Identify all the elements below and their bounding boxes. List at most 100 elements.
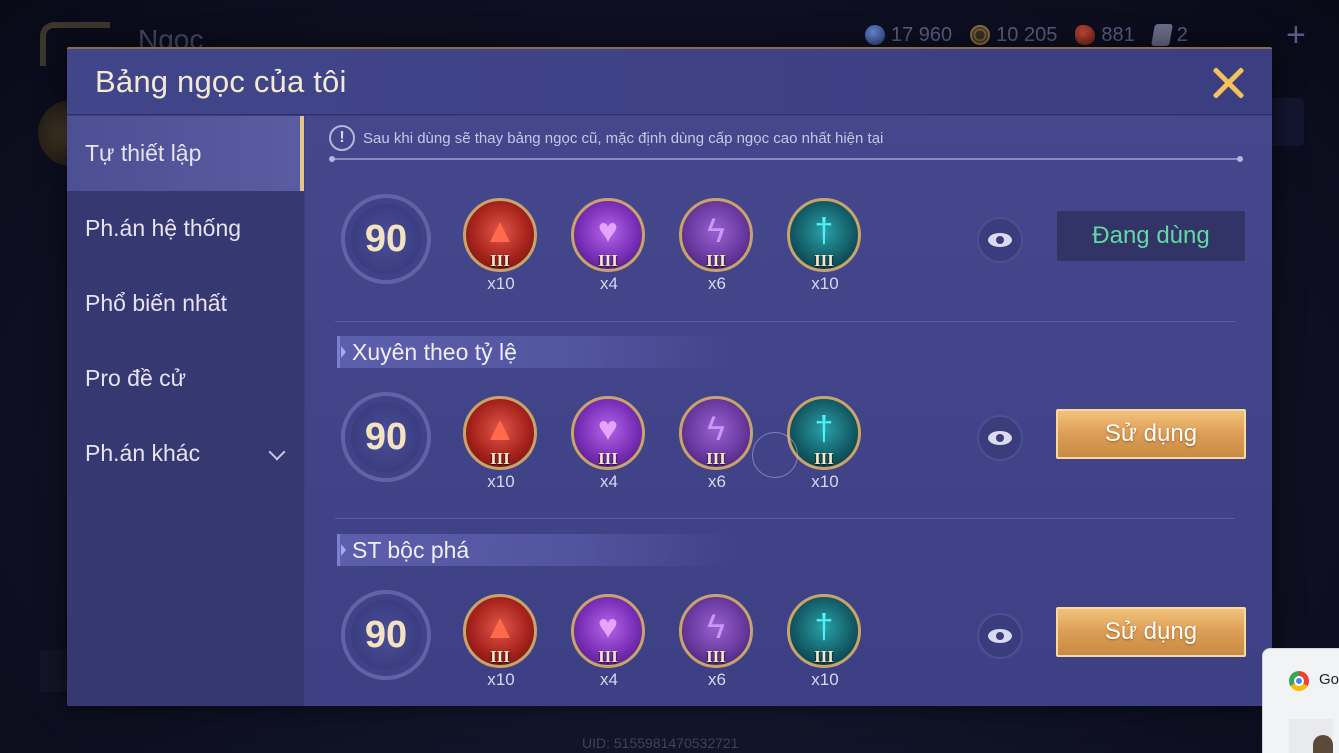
gem-set-title: Xuyên theo tỷ lệ	[337, 336, 737, 368]
divider	[329, 156, 1243, 162]
use-button[interactable]: Sử dụng	[1056, 607, 1246, 657]
preview-button[interactable]	[977, 415, 1023, 461]
gem-tier: III	[814, 251, 834, 270]
gem-slot[interactable]: ♥ III x4	[571, 594, 647, 689]
close-button[interactable]	[1207, 63, 1249, 103]
gem-set-row: 90 ▲ III x10 ♥ III x4 ϟ III x6 † III x10…	[305, 186, 1272, 306]
background-block	[40, 650, 68, 692]
gem-board-modal: Bảng ngọc của tôi Tự thiết lập Ph.án hệ …	[67, 47, 1272, 706]
in-use-status: Đang dùng	[1057, 211, 1245, 261]
gem-slot[interactable]: ϟ III x6	[679, 198, 755, 293]
gem-slot[interactable]: † III x10	[787, 198, 863, 293]
sword-gem-icon: † III	[787, 198, 861, 272]
currency-bar: 17 960 10 205 881 2	[865, 22, 1188, 48]
gem-count: x4	[600, 472, 618, 491]
gem-count: x6	[708, 670, 726, 689]
sidebar-item-popular[interactable]: Phổ biến nhất	[67, 266, 304, 341]
divider	[335, 321, 1235, 322]
modal-title: Bảng ngọc của tôi	[95, 64, 347, 99]
background-side-panel	[1270, 98, 1304, 146]
gem-slot[interactable]: ▲ III x10	[463, 396, 539, 491]
plus-icon[interactable]: +	[1286, 18, 1306, 52]
gem-count: x4	[600, 670, 618, 689]
gem-tier: III	[490, 449, 510, 468]
purple-heart-gem-icon: ♥ III	[571, 594, 645, 668]
gem-set-list: ! Sau khi dùng sẽ thay bảng ngọc cũ, mặc…	[305, 116, 1272, 706]
divider	[335, 518, 1235, 519]
sidebar: Tự thiết lập Ph.án hệ thống Phổ biến nhấ…	[67, 116, 304, 706]
currency-gold-coin: 10 205	[970, 24, 1057, 47]
gem-slot[interactable]: ϟ III x6	[679, 396, 755, 491]
currency-value: 10 205	[996, 23, 1058, 46]
gem-tier: III	[598, 647, 618, 666]
purple-heart-gem-icon: ♥ III	[571, 396, 645, 470]
sidebar-item-other[interactable]: Ph.án khác	[67, 416, 304, 491]
gem-slot[interactable]: ♥ III x4	[571, 396, 647, 491]
red-crystal-icon	[1075, 25, 1096, 45]
sidebar-item-custom[interactable]: Tự thiết lập	[67, 116, 304, 191]
gold-coin-icon	[970, 25, 991, 45]
gem-count: x10	[487, 670, 515, 689]
gem-slot[interactable]: ϟ III x6	[679, 594, 755, 689]
sidebar-item-label: Ph.án hệ thống	[85, 215, 242, 241]
notice: ! Sau khi dùng sẽ thay bảng ngọc cũ, mặc…	[329, 125, 883, 151]
gem-set-title: ST bộc phá	[337, 534, 737, 566]
chrome-notification-text: Go	[1319, 671, 1339, 688]
sword-gem-icon: † III	[787, 594, 861, 668]
gem-count: x10	[487, 274, 515, 293]
gem-slot[interactable]: † III x10	[787, 396, 863, 491]
chrome-notification[interactable]: Go	[1262, 648, 1339, 753]
gem-tier: III	[598, 251, 618, 270]
sidebar-item-pro[interactable]: Pro đề cử	[67, 341, 304, 416]
card-icon	[1150, 24, 1173, 46]
gem-slot[interactable]: ♥ III x4	[571, 198, 647, 293]
currency-red-crystal: 881	[1075, 24, 1135, 47]
gem-tier: III	[490, 647, 510, 666]
red-gem-icon: ▲ III	[463, 594, 537, 668]
gem-slot[interactable]: ▲ III x10	[463, 198, 539, 293]
info-icon: !	[329, 125, 355, 151]
gem-count: x6	[708, 274, 726, 293]
red-gem-icon: ▲ III	[463, 198, 537, 272]
sidebar-item-system[interactable]: Ph.án hệ thống	[67, 191, 304, 266]
lightning-gem-icon: ϟ III	[679, 198, 753, 272]
level-badge: 90	[341, 392, 431, 482]
gem-tier: III	[706, 251, 726, 270]
eye-icon	[988, 431, 1012, 445]
currency-value: 17 960	[891, 23, 953, 46]
modal-header: Bảng ngọc của tôi	[67, 49, 1272, 115]
chevron-down-icon	[268, 443, 286, 461]
gem-slot[interactable]: ▲ III x10	[463, 594, 539, 689]
gem-count: x4	[600, 274, 618, 293]
lightning-gem-icon: ϟ III	[679, 396, 753, 470]
use-button[interactable]: Sử dụng	[1056, 409, 1246, 459]
avatar	[1289, 719, 1333, 753]
preview-button[interactable]	[977, 217, 1023, 263]
gem-tier: III	[706, 647, 726, 666]
lightning-gem-icon: ϟ III	[679, 594, 753, 668]
level-badge: 90	[341, 590, 431, 680]
red-gem-icon: ▲ III	[463, 396, 537, 470]
gem-count: x6	[708, 472, 726, 491]
gem-slot[interactable]: † III x10	[787, 594, 863, 689]
preview-button[interactable]	[977, 613, 1023, 659]
notice-text: Sau khi dùng sẽ thay bảng ngọc cũ, mặc đ…	[363, 129, 884, 147]
gem-tier: III	[814, 449, 834, 468]
gem-count: x10	[487, 472, 515, 491]
sidebar-item-label: Ph.án khác	[85, 440, 201, 466]
chrome-icon	[1289, 671, 1309, 691]
level-badge: 90	[341, 194, 431, 284]
gem-count: x10	[811, 670, 839, 689]
gem-count: x10	[811, 274, 839, 293]
gem-tier: III	[706, 449, 726, 468]
sidebar-item-label: Tự thiết lập	[85, 140, 202, 166]
gem-tier: III	[490, 251, 510, 270]
gem-count: x10	[811, 472, 839, 491]
currency-value: 2	[1176, 23, 1188, 46]
sidebar-item-label: Phổ biến nhất	[85, 290, 227, 316]
gem-tier: III	[598, 449, 618, 468]
currency-blue-gem: 17 960	[865, 24, 952, 47]
sword-gem-icon: † III	[787, 396, 861, 470]
gem-set-row: 90 ▲ III x10 ♥ III x4 ϟ III x6 † III x10…	[305, 582, 1272, 702]
gem-tier: III	[814, 647, 834, 666]
